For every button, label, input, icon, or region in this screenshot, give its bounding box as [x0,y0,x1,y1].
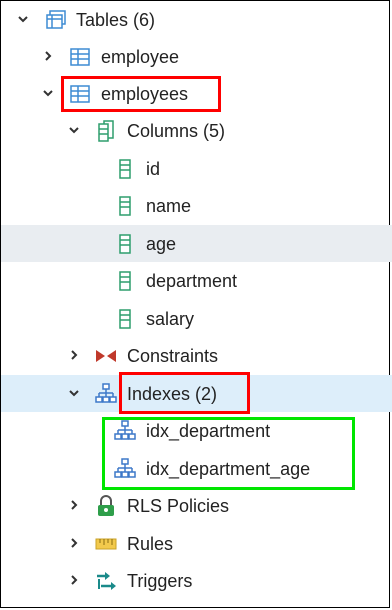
constraints-icon [95,345,117,367]
annotation-red-box-employees [61,76,221,112]
tree-node-columns[interactable]: Columns (5) [1,112,392,149]
tree-node-constraints[interactable]: Constraints [1,337,392,374]
tree-node-column[interactable]: id [1,150,392,187]
tree-node-column[interactable]: department [1,262,392,299]
tables-group-icon [45,9,67,31]
columns-icon [95,120,117,142]
rls-lock-icon [95,495,117,517]
chevron-right-icon[interactable] [68,537,80,549]
annotation-red-box-indexes [119,372,250,414]
tree-node-rls-policies[interactable]: RLS Policies [1,487,392,524]
annotation-green-box-index-items [102,417,355,490]
tree-panel: Tables (6) employee employees Columns (5… [0,0,392,608]
column-icon [114,158,136,180]
column-icon [114,308,136,330]
tree-node-rules[interactable]: Rules [1,525,392,562]
column-icon [114,195,136,217]
tree-node-label: department [146,271,238,291]
tree-node-column[interactable]: age [1,225,392,262]
tree-node-label: Tables (6) [76,10,156,30]
chevron-down-icon[interactable] [68,387,80,399]
tree-node-label: age [146,234,177,254]
tree-node-table-employee[interactable]: employee [1,38,392,75]
column-icon [114,270,136,292]
tree-node-label: RLS Policies [127,496,230,516]
tree-node-label: name [146,196,192,216]
chevron-down-icon[interactable] [17,13,29,25]
chevron-down-icon[interactable] [42,87,54,99]
tree-node-label: employee [101,47,180,67]
chevron-right-icon[interactable] [68,574,80,586]
tree-node-tables[interactable]: Tables (6) [1,1,392,38]
tree-node-label: id [146,159,161,179]
tree-node-label: Columns (5) [127,121,226,141]
table-icon [69,46,91,68]
triggers-icon [95,570,117,592]
tree-node-label: Constraints [127,346,219,366]
rules-icon [95,533,117,555]
chevron-right-icon[interactable] [68,499,80,511]
tree-node-column[interactable]: name [1,187,392,224]
tree-node-label: Triggers [127,571,193,591]
tree-node-label: salary [146,309,195,329]
chevron-right-icon[interactable] [68,349,80,361]
chevron-right-icon[interactable] [42,50,54,62]
column-icon [114,233,136,255]
chevron-down-icon[interactable] [68,124,80,136]
tree-node-column[interactable]: salary [1,300,392,337]
tree-node-triggers[interactable]: Triggers [1,562,392,599]
indexes-icon [95,383,117,405]
tree-node-label: Rules [127,534,174,554]
